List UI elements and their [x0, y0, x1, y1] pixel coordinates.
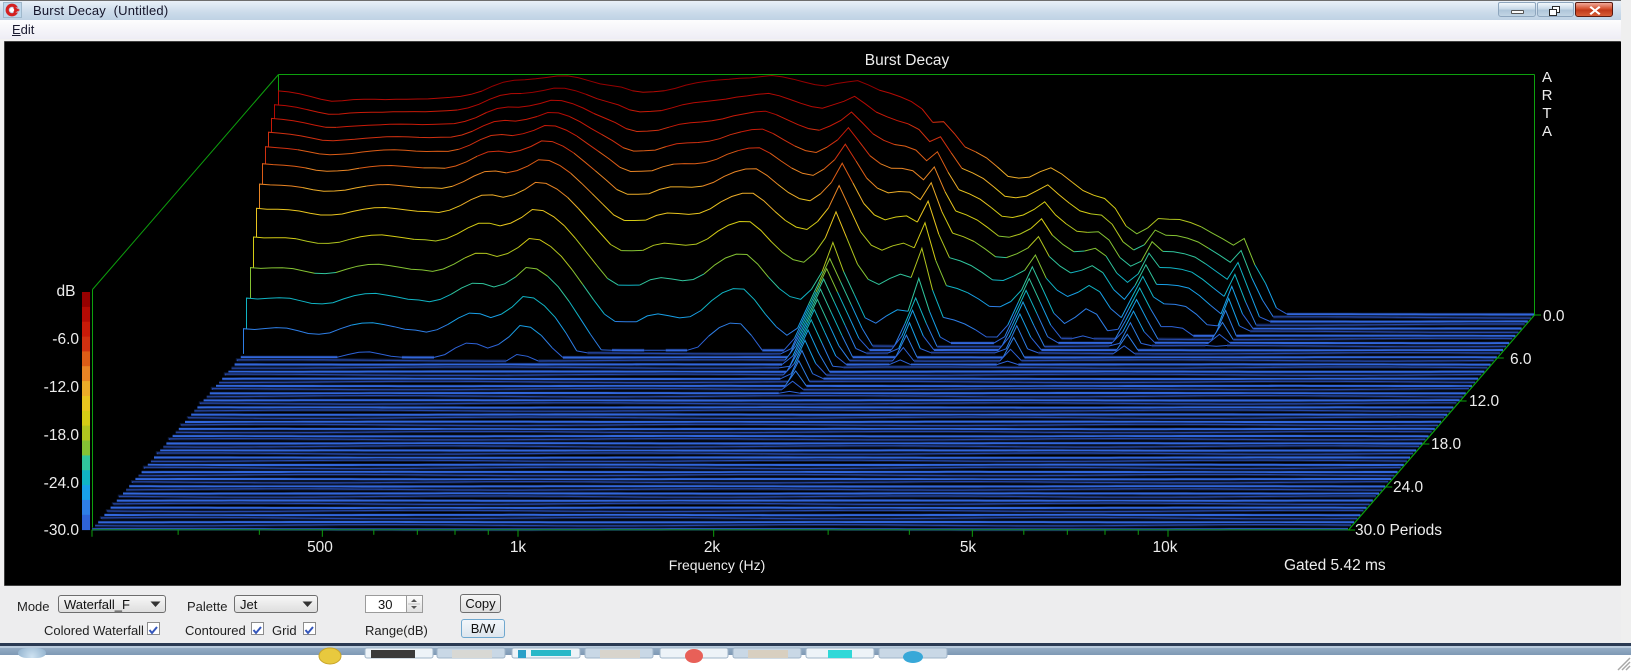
svg-text:A: A — [1542, 123, 1552, 140]
svg-text:-30.0: -30.0 — [44, 522, 80, 539]
svg-text:12.0: 12.0 — [1469, 393, 1500, 410]
svg-text:6.0: 6.0 — [1510, 351, 1532, 368]
svg-text:A: A — [1542, 69, 1552, 86]
svg-text:R: R — [1542, 87, 1553, 104]
svg-text:18.0: 18.0 — [1431, 436, 1462, 453]
svg-text:-12.0: -12.0 — [44, 379, 80, 396]
svg-text:-6.0: -6.0 — [52, 331, 79, 348]
svg-text:30.0 Periods: 30.0 Periods — [1355, 522, 1442, 539]
svg-text:Burst Decay: Burst Decay — [865, 52, 950, 69]
svg-text:1k: 1k — [510, 539, 527, 556]
svg-text:5k: 5k — [960, 539, 977, 556]
svg-text:10k: 10k — [1153, 539, 1178, 556]
svg-text:T: T — [1542, 105, 1551, 122]
svg-text:2k: 2k — [704, 539, 721, 556]
svg-text:0.0: 0.0 — [1543, 308, 1565, 325]
svg-text:Frequency (Hz): Frequency (Hz) — [669, 557, 765, 573]
svg-text:dB: dB — [57, 283, 76, 300]
svg-text:500: 500 — [307, 539, 333, 556]
svg-text:Gated 5.42 ms: Gated 5.42 ms — [1284, 557, 1386, 574]
svg-text:-18.0: -18.0 — [44, 427, 80, 444]
svg-text:24.0: 24.0 — [1393, 479, 1424, 496]
svg-text:-24.0: -24.0 — [44, 475, 80, 492]
